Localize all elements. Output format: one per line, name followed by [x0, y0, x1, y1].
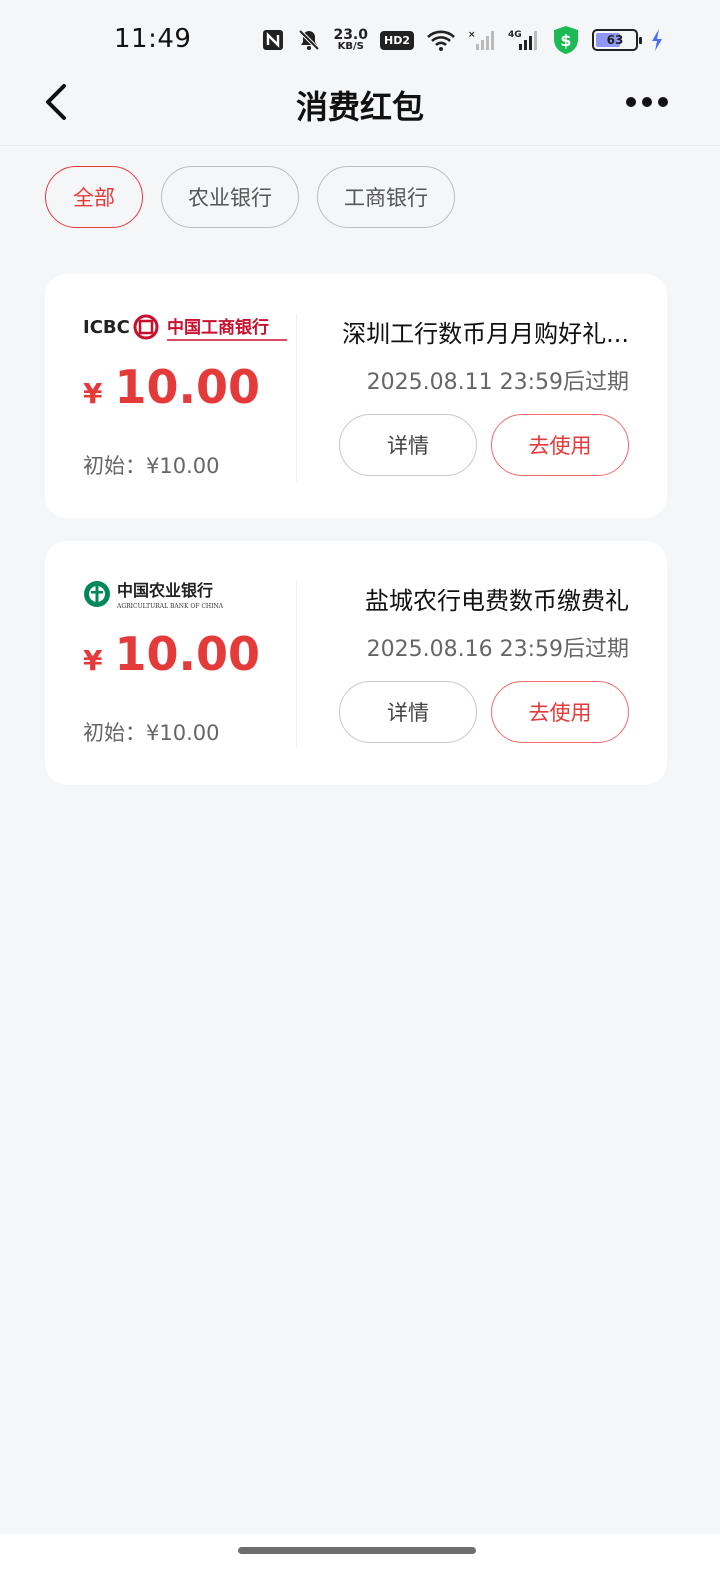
expiry-date: 2025.08.16 23:59后过期 — [366, 637, 629, 662]
hd-icon: HD2 — [380, 30, 414, 50]
more-icon — [626, 97, 636, 107]
more-button[interactable] — [626, 95, 668, 109]
coupon-amount: ¥ 10.00 — [83, 627, 260, 681]
page-title: 消费红包 — [295, 88, 424, 126]
signal-4g-icon: 4G — [508, 28, 540, 52]
network-label: 4G — [508, 30, 522, 40]
icbc-logo-cn: 中国工商银行 — [167, 317, 269, 338]
coupon-amount: ¥ 10.00 — [83, 360, 260, 414]
signal-icon: × — [468, 28, 496, 52]
mute-icon — [297, 28, 321, 52]
initial-amount: 初始：¥10.00 — [83, 721, 220, 745]
charging-icon — [650, 28, 664, 52]
filter-chip-abc[interactable]: 农业银行 — [161, 166, 299, 228]
status-bar: 11:49 23.0 KB/S HD2 × 4G $ 63 — [0, 0, 720, 80]
status-icons: 23.0 KB/S HD2 × 4G $ 63 — [261, 24, 664, 56]
currency-symbol: ¥ — [83, 644, 103, 677]
wifi-icon — [426, 28, 456, 52]
use-button[interactable]: 去使用 — [491, 414, 629, 476]
svg-text:$: $ — [560, 31, 571, 50]
nfc-icon — [261, 28, 285, 52]
detail-button[interactable]: 详情 — [339, 681, 477, 743]
icbc-logo: ICBC 中国工商银行 — [83, 314, 287, 342]
currency-symbol: ¥ — [83, 377, 103, 410]
battery-level: 63 — [606, 33, 624, 47]
filter-chip-all[interactable]: 全部 — [45, 166, 143, 228]
amount-value: 10.00 — [114, 627, 260, 681]
coupon-card[interactable]: ICBC 中国工商银行 ¥ 10.00 初始：¥10.00 深圳工行数币月月购好… — [45, 274, 667, 518]
coupon-title: 盐城农行电费数币缴费礼 — [365, 587, 629, 615]
net-speed-value: 23.0 — [333, 27, 368, 43]
expiry-date: 2025.08.11 23:59后过期 — [366, 370, 629, 395]
initial-amount: 初始：¥10.00 — [83, 454, 220, 478]
abc-logo: 中国农业银行 AGRICULTURAL BANK OF CHINA — [83, 581, 233, 610]
bottom-bar — [0, 1534, 720, 1584]
detail-button[interactable]: 详情 — [339, 414, 477, 476]
security-icon: $ — [552, 25, 580, 55]
status-time: 11:49 — [114, 24, 192, 54]
coupon-card[interactable]: 中国农业银行 AGRICULTURAL BANK OF CHINA ¥ 10.0… — [45, 541, 667, 785]
battery-icon: 63 — [592, 29, 642, 51]
net-speed-unit: KB/S — [337, 41, 364, 52]
filter-chip-icbc[interactable]: 工商银行 — [317, 166, 455, 228]
net-speed: 23.0 KB/S — [333, 28, 368, 52]
card-divider — [296, 314, 297, 482]
nav-bar: 消费红包 — [0, 70, 720, 146]
use-button[interactable]: 去使用 — [491, 681, 629, 743]
filter-tabs: 全部 农业银行 工商银行 — [45, 166, 455, 228]
svg-text:×: × — [468, 30, 476, 40]
card-divider — [296, 581, 297, 749]
amount-value: 10.00 — [114, 360, 260, 414]
icbc-logo-en: ICBC — [83, 317, 130, 338]
coupon-title: 深圳工行数币月月购好礼... — [342, 320, 629, 348]
abc-logo-cn: 中国农业银行 — [117, 581, 213, 600]
abc-logo-en: AGRICULTURAL BANK OF CHINA — [116, 603, 224, 610]
home-indicator[interactable] — [238, 1547, 476, 1554]
